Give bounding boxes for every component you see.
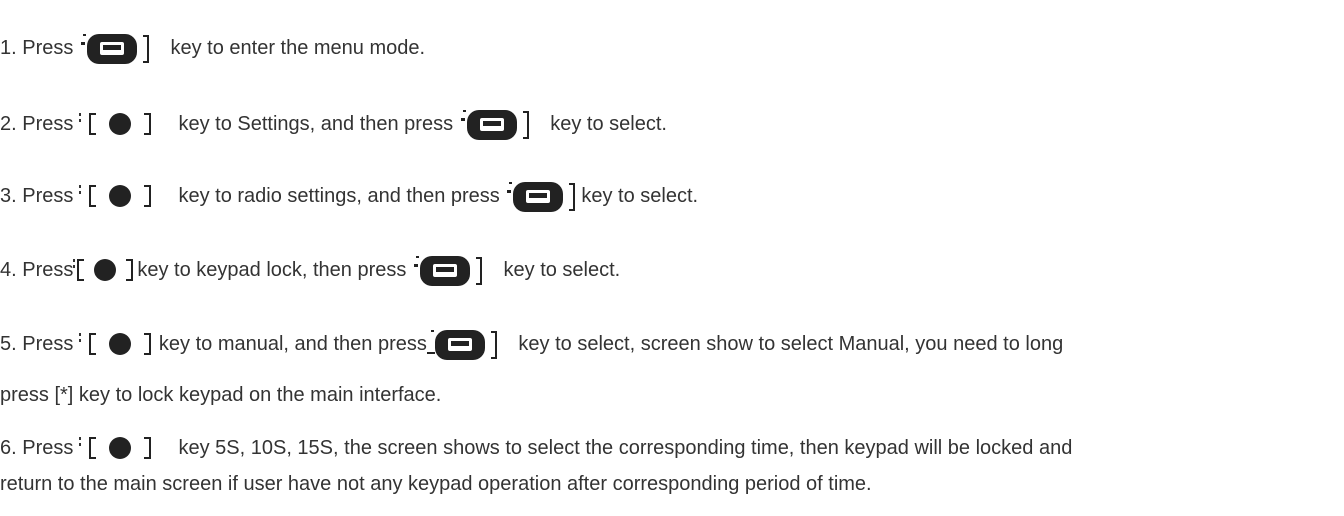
step-3-prefix: 3. Press bbox=[0, 185, 79, 207]
step-3-middle: key to radio settings, and then press bbox=[172, 185, 506, 207]
step-3-suffix: key to select. bbox=[581, 185, 699, 207]
instruction-step-4: 4. Press key to keypad lock, then press … bbox=[0, 252, 620, 288]
instruction-step-2: 2. Press key to Settings, and then press… bbox=[0, 106, 667, 142]
instruction-step-5: 5. Press key to manual, and then press k… bbox=[0, 326, 1063, 362]
instruction-step-5-continuation: press [*] key to lock keypad on the main… bbox=[0, 383, 441, 407]
step-1-prefix: 1. Press bbox=[0, 37, 79, 59]
navigation-key-icon bbox=[78, 178, 173, 214]
step-2-suffix: key to select. bbox=[544, 113, 667, 135]
step-6-suffix: key 5S, 10S, 15S, the screen shows to se… bbox=[172, 437, 1073, 459]
instruction-step-3: 3. Press key to radio settings, and then… bbox=[0, 178, 698, 214]
menu-key-icon bbox=[426, 326, 513, 362]
menu-key-icon bbox=[412, 252, 498, 288]
step-5-suffix: key to select, screen show to select Man… bbox=[512, 333, 1064, 355]
step-2-prefix: 2. Press bbox=[0, 113, 79, 135]
step-4-prefix: 4. Press bbox=[0, 259, 74, 281]
step-5-continuation: press [*] key to lock keypad on the main… bbox=[0, 384, 442, 406]
navigation-key-icon bbox=[73, 252, 137, 288]
step-1-suffix: key to enter the menu mode. bbox=[164, 37, 426, 59]
menu-key-icon bbox=[505, 178, 581, 214]
menu-key-icon bbox=[79, 30, 165, 66]
instruction-step-6: 6. Press key 5S, 10S, 15S, the screen sh… bbox=[0, 430, 1072, 466]
step-2-middle: key to Settings, and then press bbox=[172, 113, 459, 135]
navigation-key-icon bbox=[78, 326, 159, 362]
step-4-suffix: key to select. bbox=[497, 259, 621, 281]
step-6-prefix: 6. Press bbox=[0, 437, 79, 459]
step-4-middle: key to keypad lock, then press bbox=[137, 259, 412, 281]
instruction-step-1: 1. Press key to enter the menu mode. bbox=[0, 30, 425, 66]
menu-key-icon bbox=[459, 106, 545, 142]
navigation-key-icon bbox=[78, 106, 173, 142]
step-6-continuation: return to the main screen if user have n… bbox=[0, 473, 872, 495]
step-5-prefix: 5. Press bbox=[0, 333, 79, 355]
navigation-key-icon bbox=[78, 430, 173, 466]
instruction-step-6-continuation: return to the main screen if user have n… bbox=[0, 472, 872, 496]
step-5-middle: key to manual, and then press bbox=[158, 333, 427, 355]
